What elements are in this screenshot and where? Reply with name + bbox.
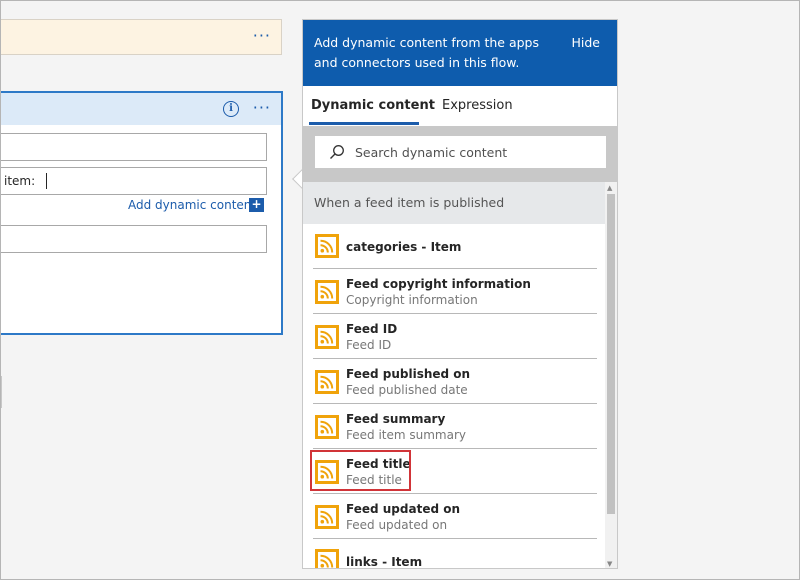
list-item[interactable]: Feed ID Feed ID (303, 314, 607, 359)
search-area: Search dynamic content (303, 126, 617, 182)
canvas-edge-marker (0, 376, 2, 408)
info-icon[interactable]: i (223, 101, 239, 117)
text-field-2[interactable]: item: (0, 167, 267, 195)
search-placeholder: Search dynamic content (355, 145, 508, 160)
rss-icon (315, 549, 339, 568)
list-item-title: Feed summary (346, 412, 446, 426)
text-field-1[interactable] (0, 133, 267, 161)
action-card-header[interactable]: i ··· (0, 93, 281, 125)
list-item-title: Feed copyright information (346, 277, 531, 291)
rss-icon (315, 505, 339, 529)
tab-expression[interactable]: Expression (442, 98, 513, 113)
rss-icon (315, 370, 339, 394)
text-caret (46, 173, 47, 189)
scroll-down-icon[interactable]: ▼ (607, 560, 612, 568)
list-item[interactable]: links - Item (303, 539, 607, 569)
highlight-box (310, 450, 411, 491)
text-field-3[interactable] (0, 225, 267, 253)
rss-icon (315, 325, 339, 349)
rss-icon (315, 234, 339, 258)
hide-button[interactable]: Hide (572, 35, 601, 50)
scroll-up-icon[interactable]: ▲ (607, 184, 612, 192)
list-item-title: Feed ID (346, 322, 398, 336)
list-item-title: categories - Item (346, 240, 462, 254)
list-item[interactable]: Feed published on Feed published date (303, 359, 607, 404)
search-icon (330, 145, 344, 159)
list-item-subtitle: Feed published date (346, 383, 468, 397)
rss-icon (315, 415, 339, 439)
list-item[interactable]: Feed summary Feed item summary (303, 404, 607, 449)
dynamic-content-panel: Add dynamic content from the apps and co… (302, 19, 618, 569)
list-item-subtitle: Copyright information (346, 293, 478, 307)
active-tab-indicator (309, 122, 419, 125)
list-item[interactable]: Feed updated on Feed updated on (303, 494, 607, 539)
panel-header-message: Add dynamic content from the apps and co… (314, 35, 540, 70)
list-item-title: links - Item (346, 555, 423, 569)
section-title: When a feed item is published (314, 195, 505, 210)
scrollbar-thumb[interactable] (607, 194, 615, 514)
action-card: i ··· item: Add dynamic content + (0, 91, 283, 335)
add-dynamic-content-icon[interactable]: + (249, 198, 264, 212)
list-item[interactable]: Feed copyright information Copyright info… (303, 269, 607, 314)
more-options-icon[interactable]: ··· (253, 26, 271, 45)
more-options-icon[interactable]: ··· (253, 98, 271, 117)
field-value: item: (4, 174, 36, 188)
list-item-subtitle: Feed ID (346, 338, 392, 352)
scrollbar[interactable]: ▲ ▼ (605, 182, 617, 568)
panel-tabs: Dynamic content Expression (303, 86, 617, 126)
rss-icon (315, 280, 339, 304)
list-item-subtitle: Feed updated on (346, 518, 448, 532)
list-item-title: Feed updated on (346, 502, 461, 516)
list-item[interactable]: categories - Item (303, 224, 607, 269)
list-item[interactable]: Feed title Feed title (303, 449, 607, 494)
panel-header: Add dynamic content from the apps and co… (303, 20, 617, 86)
list-item-subtitle: Feed item summary (346, 428, 466, 442)
search-input[interactable]: Search dynamic content (315, 136, 606, 168)
list-item-title: Feed published on (346, 367, 471, 381)
trigger-card[interactable]: ··· (0, 19, 282, 55)
section-header: When a feed item is published (303, 182, 607, 224)
tab-dynamic-content[interactable]: Dynamic content (311, 98, 435, 113)
add-dynamic-content-link[interactable]: Add dynamic content (128, 198, 256, 212)
